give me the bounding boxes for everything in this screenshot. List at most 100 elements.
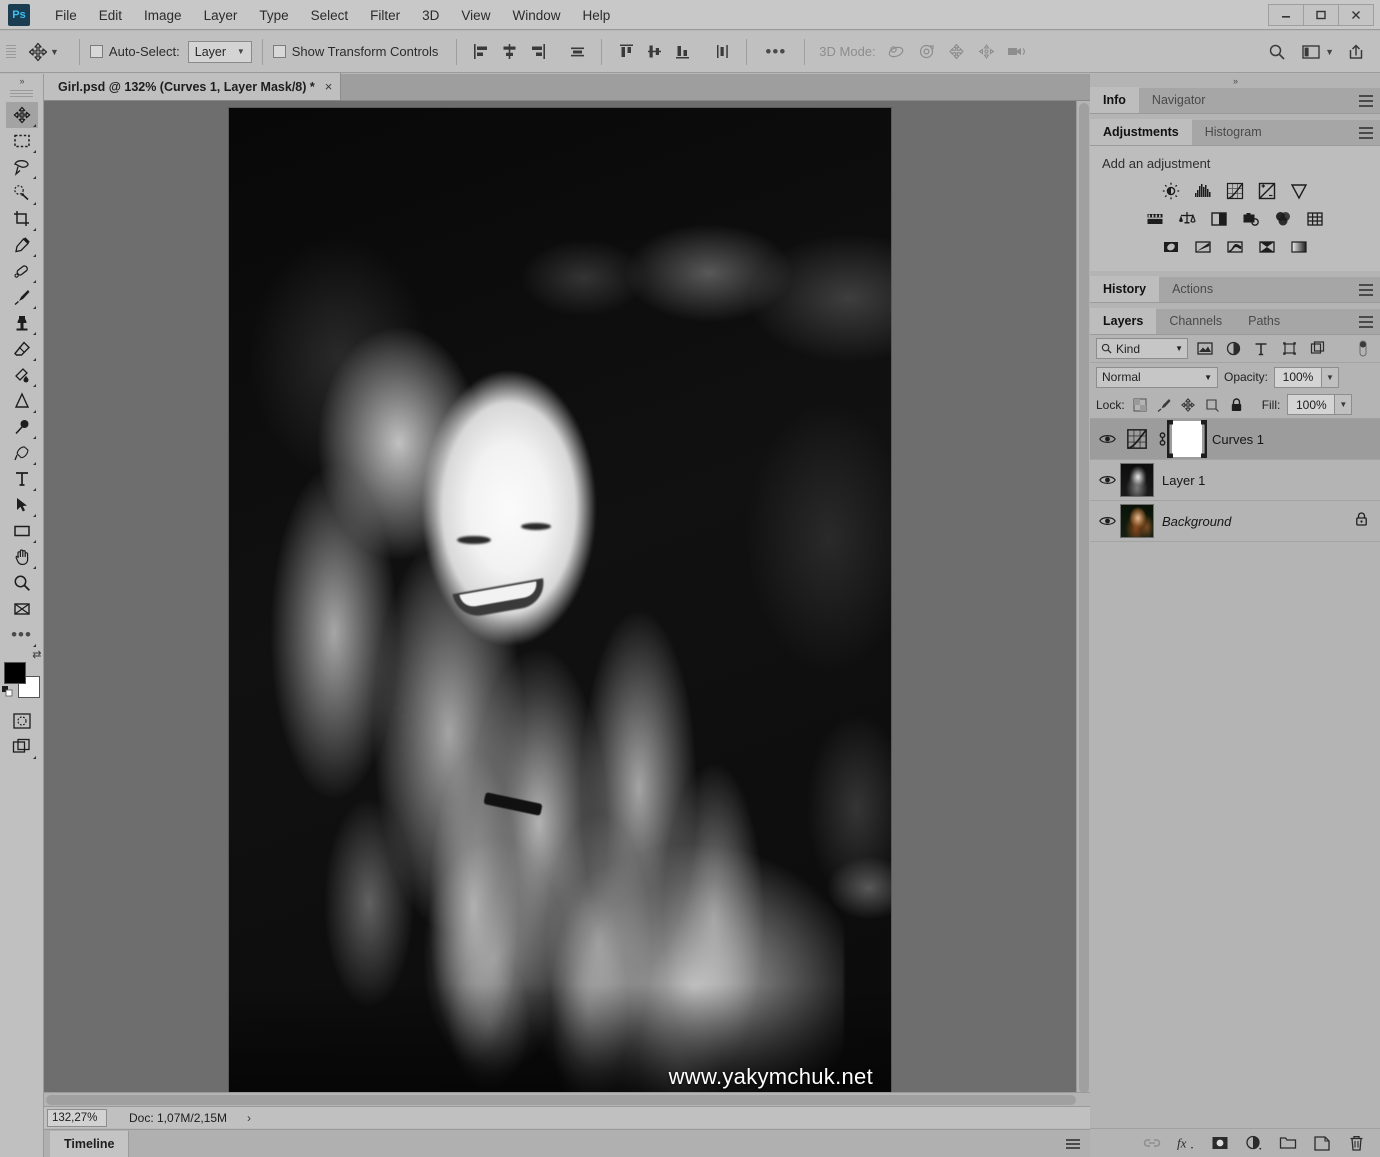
- tab-actions[interactable]: Actions: [1159, 276, 1226, 302]
- zoom-level-input[interactable]: 132,27%: [47, 1108, 107, 1127]
- spot-healing-brush-tool[interactable]: [6, 258, 38, 284]
- fill-slider-chevron-icon[interactable]: ▼: [1335, 394, 1353, 415]
- add-layer-mask-button[interactable]: [1210, 1133, 1230, 1153]
- menu-select[interactable]: Select: [300, 4, 360, 27]
- gradient-tool[interactable]: [6, 362, 38, 388]
- fill-input[interactable]: 100%: [1287, 394, 1336, 415]
- rectangular-marquee-tool[interactable]: [6, 128, 38, 154]
- slide-3d-button[interactable]: [972, 39, 1002, 65]
- curves-layer-thumbnail[interactable]: [1120, 423, 1154, 455]
- pan-3d-button[interactable]: [942, 39, 972, 65]
- color-lookup-button[interactable]: [1304, 209, 1326, 229]
- lasso-tool[interactable]: [6, 154, 38, 180]
- document-tab[interactable]: Girl.psd @ 132% (Curves 1, Layer Mask/8)…: [44, 73, 342, 100]
- tab-paths[interactable]: Paths: [1235, 308, 1293, 334]
- distribute-bottom-edges-button[interactable]: [668, 39, 696, 65]
- threshold-button[interactable]: [1224, 237, 1246, 257]
- black-white-button[interactable]: [1208, 209, 1230, 229]
- menu-view[interactable]: View: [450, 4, 501, 27]
- tab-history[interactable]: History: [1090, 276, 1160, 302]
- panel-menu-icon[interactable]: [1359, 95, 1373, 107]
- rectangle-shape-tool[interactable]: [6, 518, 38, 544]
- filter-adjustment-layers-button[interactable]: [1222, 339, 1244, 359]
- layer-visibility-toggle[interactable]: [1094, 515, 1120, 527]
- dodge-burn-tool[interactable]: [6, 414, 38, 440]
- menu-filter[interactable]: Filter: [359, 4, 411, 27]
- layer-thumbnail[interactable]: [1120, 463, 1154, 497]
- selective-color-button[interactable]: [1256, 237, 1278, 257]
- pen-tool[interactable]: [6, 440, 38, 466]
- share-button[interactable]: [1340, 37, 1372, 67]
- distribute-top-edges-button[interactable]: [612, 39, 640, 65]
- curves-button[interactable]: [1224, 181, 1246, 201]
- options-bar-grip[interactable]: [6, 39, 16, 65]
- brush-tool[interactable]: [6, 284, 38, 310]
- posterize-button[interactable]: [1192, 237, 1214, 257]
- timeline-panel-menu-button[interactable]: [1066, 1138, 1080, 1149]
- tab-channels[interactable]: Channels: [1156, 308, 1235, 334]
- opacity-input[interactable]: 100%: [1274, 366, 1323, 388]
- layer-visibility-toggle[interactable]: [1094, 433, 1120, 445]
- lock-image-pixels-button[interactable]: [1156, 396, 1173, 414]
- more-options-button[interactable]: •••: [757, 43, 794, 60]
- clone-stamp-tool[interactable]: [6, 310, 38, 336]
- eraser-tool[interactable]: [6, 336, 38, 362]
- canvas-vertical-scroll-thumb[interactable]: [1079, 103, 1089, 1093]
- quick-selection-tool[interactable]: [6, 180, 38, 206]
- move-tool[interactable]: [5, 102, 38, 128]
- layer-row-layer-1[interactable]: Layer 1: [1090, 460, 1380, 501]
- distribute-horizontal-centers-button[interactable]: [708, 39, 736, 65]
- minimize-button[interactable]: [1268, 3, 1304, 26]
- lock-transparent-pixels-button[interactable]: [1132, 396, 1149, 414]
- quick-mask-mode-button[interactable]: [6, 708, 38, 734]
- filter-pixel-layers-button[interactable]: [1194, 339, 1216, 359]
- menu-edit[interactable]: Edit: [88, 4, 133, 27]
- close-icon[interactable]: ×: [325, 79, 333, 94]
- status-expand-arrow-icon[interactable]: ›: [247, 1111, 251, 1125]
- right-dock-collapse-button[interactable]: »: [1090, 74, 1380, 88]
- swap-colors-icon[interactable]: ⇄: [32, 648, 41, 661]
- layer-visibility-toggle[interactable]: [1094, 474, 1120, 486]
- menu-3d[interactable]: 3D: [411, 4, 450, 27]
- new-adjustment-layer-button[interactable]: [1244, 1133, 1264, 1153]
- toolbar-grip[interactable]: [10, 88, 33, 98]
- type-tool[interactable]: [6, 466, 38, 492]
- menu-image[interactable]: Image: [133, 4, 193, 27]
- show-transform-controls-checkbox[interactable]: [272, 45, 286, 58]
- hue-saturation-button[interactable]: [1144, 209, 1166, 229]
- crop-tool[interactable]: [6, 206, 38, 232]
- hand-tool[interactable]: [6, 544, 38, 570]
- layer-thumbnail[interactable]: [1120, 504, 1154, 538]
- filter-smart-object-button[interactable]: [1306, 339, 1328, 359]
- tool-preset-chevron-icon[interactable]: ▼: [50, 47, 59, 57]
- align-right-edges-button[interactable]: [523, 39, 551, 65]
- layer-mask-thumbnail[interactable]: [1172, 421, 1202, 457]
- close-button[interactable]: [1338, 3, 1374, 26]
- color-balance-button[interactable]: [1176, 209, 1198, 229]
- levels-button[interactable]: [1192, 181, 1214, 201]
- link-layers-button[interactable]: [1142, 1133, 1162, 1153]
- exposure-button[interactable]: [1256, 181, 1278, 201]
- new-group-button[interactable]: [1278, 1133, 1298, 1153]
- chevron-down-icon[interactable]: ▼: [1325, 47, 1334, 57]
- layer-row-background[interactable]: Background: [1090, 501, 1380, 542]
- opacity-slider-chevron-icon[interactable]: ▼: [1322, 366, 1340, 388]
- lock-all-button[interactable]: [1228, 396, 1245, 414]
- auto-select-scope-dropdown[interactable]: Layer ▼: [187, 40, 252, 63]
- document-canvas[interactable]: www.yakymchuk.net: [229, 108, 891, 1104]
- tab-layers[interactable]: Layers: [1090, 308, 1157, 334]
- canvas-horizontal-scroll-thumb[interactable]: [46, 1095, 1076, 1105]
- delete-layer-button[interactable]: [1346, 1133, 1366, 1153]
- panel-menu-icon[interactable]: [1359, 284, 1373, 296]
- screen-mode-button[interactable]: [6, 734, 38, 760]
- blend-mode-dropdown[interactable]: Normal ▼: [1096, 366, 1218, 388]
- orbit-3d-button[interactable]: [882, 39, 912, 65]
- gradient-map-button[interactable]: [1288, 237, 1310, 257]
- search-button[interactable]: [1261, 37, 1293, 67]
- brightness-contrast-button[interactable]: [1160, 181, 1182, 201]
- eyedropper-tool[interactable]: [6, 232, 38, 258]
- tab-navigator[interactable]: Navigator: [1139, 87, 1219, 113]
- vibrance-button[interactable]: [1288, 181, 1310, 201]
- invert-button[interactable]: [1160, 237, 1182, 257]
- canvas-area[interactable]: www.yakymchuk.net: [44, 101, 1090, 1106]
